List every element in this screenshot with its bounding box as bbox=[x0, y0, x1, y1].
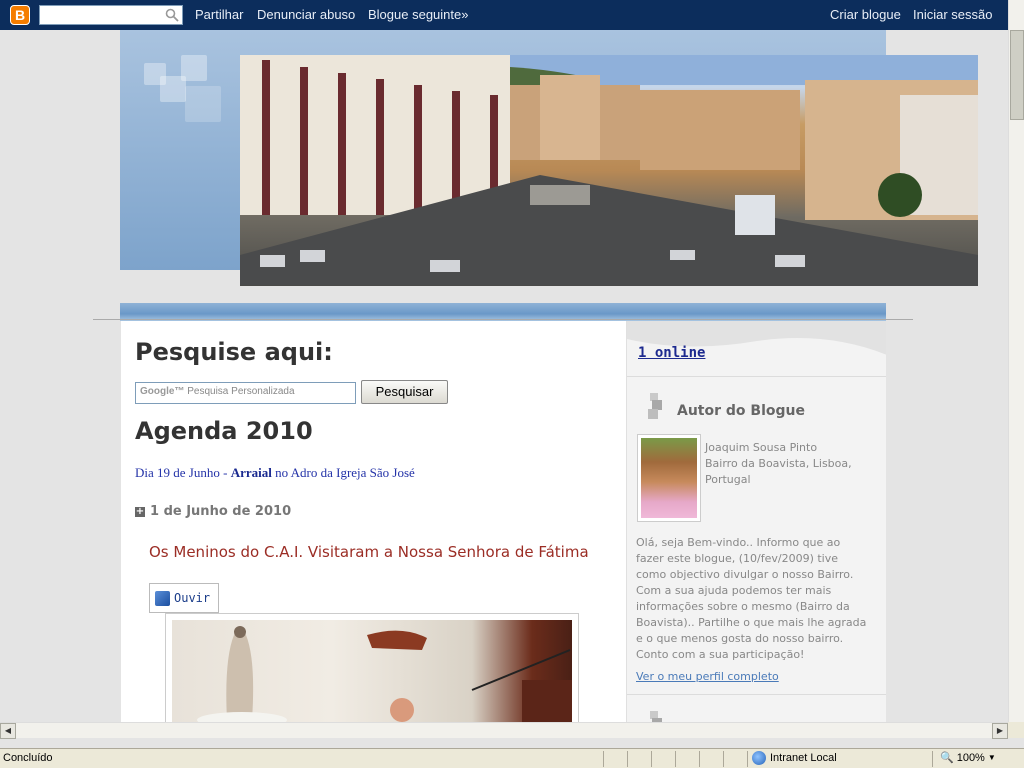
report-abuse-link[interactable]: Denunciar abuso bbox=[257, 7, 355, 22]
agenda-heading: Agenda 2010 bbox=[135, 417, 313, 445]
post-photo[interactable] bbox=[172, 620, 572, 722]
post-date: 1 de Junho de 2010 bbox=[150, 504, 292, 519]
about-line: fazer este blogue, (10/fev/2009) tive bbox=[636, 552, 839, 565]
scroll-left-arrow-icon[interactable]: ◀ bbox=[0, 723, 16, 739]
sign-in-link[interactable]: Iniciar sessão bbox=[913, 7, 992, 22]
about-line: informações sobre o mesmo (Bairro da bbox=[636, 600, 850, 613]
author-country: Portugal bbox=[705, 473, 751, 486]
author-photo bbox=[641, 438, 697, 518]
scroll-right-arrow-icon[interactable]: ▶ bbox=[992, 723, 1008, 739]
sidebar: 1 online Autor do Blogue Joaquim Sousa P… bbox=[626, 321, 886, 722]
decor-square bbox=[185, 86, 221, 122]
status-segment bbox=[651, 751, 675, 767]
zoom-control[interactable]: 🔍 100% ▼ bbox=[940, 751, 996, 765]
globe-icon bbox=[752, 751, 766, 765]
next-blog-link[interactable]: Blogue seguinte» bbox=[368, 7, 468, 22]
chevron-down-icon: ▼ bbox=[987, 753, 996, 762]
status-segment bbox=[603, 751, 627, 767]
widget-squares-icon bbox=[648, 393, 662, 419]
zone-label: Intranet Local bbox=[770, 752, 837, 764]
about-line: Olá, seja Bem-vindo.. Informo que ao bbox=[636, 536, 841, 549]
about-line: Com a sua ajuda podemos ter mais bbox=[636, 584, 832, 597]
online-counter-link[interactable]: 1 online bbox=[638, 345, 705, 361]
plus-icon[interactable]: + bbox=[135, 506, 145, 517]
divider-line bbox=[93, 319, 913, 320]
speaker-icon bbox=[155, 590, 170, 606]
widget-squares-icon bbox=[650, 711, 662, 722]
zoom-icon: 🔍 bbox=[940, 752, 954, 764]
scrollbar-corner bbox=[1008, 722, 1024, 738]
navbar-search-input[interactable] bbox=[39, 5, 183, 25]
post-date-row: + 1 de Junho de 2010 bbox=[135, 504, 291, 519]
about-line: Conto com a sua participação! bbox=[636, 648, 805, 661]
post-photo-image bbox=[197, 626, 572, 722]
agenda-suffix: no Adro da Igreja São José bbox=[271, 465, 415, 480]
author-location: Bairro da Boavista, Lisboa, bbox=[705, 457, 852, 470]
security-zone[interactable]: Intranet Local bbox=[752, 751, 837, 765]
scrollbar-thumb[interactable] bbox=[1010, 30, 1024, 120]
decor-square bbox=[181, 55, 207, 81]
author-name: Joaquim Sousa Pinto bbox=[705, 441, 818, 454]
share-link[interactable]: Partilhar bbox=[195, 7, 243, 22]
post-title[interactable]: Os Meninos do C.A.I. Visitaram a Nossa S… bbox=[149, 543, 589, 561]
zoom-level: 100% bbox=[956, 751, 985, 764]
search-heading: Pesquise aqui: bbox=[135, 338, 333, 366]
status-segment bbox=[675, 751, 699, 767]
blogger-navbar: B Partilhar Denunciar abuso Blogue segui… bbox=[0, 0, 1008, 30]
google-custom-search-input[interactable]: Google™ Pesquisa Personalizada bbox=[135, 382, 356, 404]
create-blog-link[interactable]: Criar blogue bbox=[830, 7, 901, 22]
author-about-text: Olá, seja Bem-vindo.. Informo que ao faz… bbox=[636, 535, 881, 663]
post-photo-frame bbox=[165, 613, 579, 722]
status-segment bbox=[699, 751, 723, 767]
about-line: e o que menos gosta do nosso bairro. bbox=[636, 632, 844, 645]
status-segment bbox=[627, 751, 651, 767]
sidebar-divider bbox=[627, 376, 886, 377]
status-text: Concluído bbox=[3, 752, 53, 764]
search-placeholder: Pesquisa Personalizada bbox=[187, 386, 295, 397]
main-column: Pesquise aqui: Google™ Pesquisa Personal… bbox=[121, 321, 626, 722]
status-bar: Concluído Intranet Local 🔍 100% ▼ bbox=[0, 748, 1024, 768]
avatar[interactable] bbox=[637, 434, 701, 522]
status-segment bbox=[723, 751, 747, 767]
horizontal-scrollbar[interactable]: ◀ ▶ bbox=[0, 722, 1008, 739]
header-banner-image bbox=[240, 55, 978, 286]
author-info: Joaquim Sousa Pinto Bairro da Boavista, … bbox=[705, 440, 852, 488]
sidebar-divider bbox=[627, 694, 886, 695]
listen-button[interactable]: Ouvir bbox=[149, 583, 219, 613]
about-line: como objectivo divulgar o nosso Bairro. bbox=[636, 568, 854, 581]
agenda-bold: Arraial bbox=[230, 465, 272, 480]
blogger-logo-icon[interactable]: B bbox=[10, 5, 30, 25]
agenda-prefix: Dia 19 de Junho - bbox=[135, 465, 231, 480]
author-title: Autor do Blogue bbox=[677, 403, 805, 419]
search-button[interactable]: Pesquisar bbox=[361, 380, 448, 404]
neighborhood-photo bbox=[240, 55, 978, 286]
agenda-event-link[interactable]: Dia 19 de Junho - Arraial no Adro da Igr… bbox=[135, 465, 415, 481]
listen-label: Ouvir bbox=[174, 591, 211, 605]
about-line: Boavista).. Partilhe o que mais lhe agra… bbox=[636, 616, 867, 629]
google-brand: Google™ bbox=[140, 386, 185, 397]
magnifier-icon[interactable] bbox=[165, 8, 179, 22]
full-profile-link[interactable]: Ver o meu perfil completo bbox=[636, 670, 779, 683]
vertical-scrollbar[interactable]: ▼ bbox=[1008, 0, 1024, 738]
